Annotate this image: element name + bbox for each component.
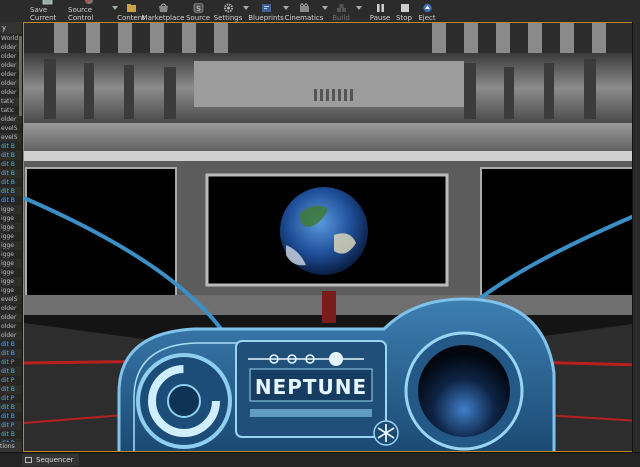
build-dropdown[interactable] (356, 6, 362, 10)
outliner-row[interactable]: igge (0, 205, 22, 214)
level-viewport[interactable]: NEPTUNE (23, 22, 640, 452)
eject-icon (421, 2, 434, 13)
outliner-row[interactable]: dit B (0, 151, 22, 160)
outliner-row[interactable]: igge (0, 250, 22, 259)
outliner-row[interactable]: igge (0, 286, 22, 295)
outliner-row[interactable]: igge (0, 259, 22, 268)
marketplace-button[interactable]: Marketplace (142, 0, 184, 22)
outliner-row[interactable]: older (0, 322, 22, 331)
right-panel-edge (632, 22, 640, 452)
pause-icon (374, 2, 387, 13)
content-icon (125, 2, 138, 13)
stop-icon (398, 2, 411, 13)
stop-label: Stop (396, 14, 412, 22)
outliner-row[interactable]: dit B (0, 160, 22, 169)
source-control-button[interactable]: Source Control (68, 0, 110, 22)
source-button[interactable]: S Source (184, 0, 212, 22)
blueprints-label: Blueprints (248, 14, 284, 22)
cinematics-dropdown[interactable] (322, 6, 328, 10)
outliner-row[interactable]: older (0, 115, 22, 124)
cinematics-icon (298, 2, 311, 13)
build-label: Build (332, 14, 350, 22)
outliner-row[interactable]: dit P (0, 421, 22, 430)
snowflake-icon (373, 420, 399, 446)
eject-button[interactable]: Eject (416, 0, 438, 22)
outliner-row[interactable]: evelS (0, 295, 22, 304)
blueprints-icon (260, 2, 273, 13)
outliner-row[interactable]: igge (0, 241, 22, 250)
outliner-row[interactable]: dit B (0, 403, 22, 412)
outliner-row[interactable]: dit B (0, 430, 22, 439)
bottom-tab-bar: Sequencer (0, 452, 640, 467)
save-icon (41, 0, 54, 5)
outliner-scrollbar[interactable] (19, 36, 22, 116)
marketplace-icon (157, 2, 170, 13)
tab-sequencer-label: Sequencer (36, 456, 74, 464)
outliner-row[interactable]: dit B (0, 367, 22, 376)
world-outliner: y World older older older older older older tat… (0, 22, 23, 452)
outliner-row[interactable]: dit B (0, 385, 22, 394)
outliner-row[interactable]: dit B (0, 349, 22, 358)
eject-label: Eject (418, 14, 436, 22)
cinematics-label: Cinematics (284, 14, 324, 22)
outliner-row[interactable]: dit P (0, 376, 22, 385)
source-control-label: Source Control (68, 6, 94, 22)
outliner-row[interactable]: older (0, 313, 22, 322)
main-toolbar: Save Current Source Control Content Mark… (0, 0, 640, 23)
source-icon: S (192, 2, 205, 13)
outliner-row[interactable]: dit B (0, 196, 22, 205)
tab-sequencer[interactable]: Sequencer (22, 454, 80, 466)
cinematics-button[interactable]: Cinematics (285, 0, 323, 22)
outliner-row[interactable]: igge (0, 232, 22, 241)
gear-icon (222, 2, 235, 13)
viewport-scene: NEPTUNE (24, 23, 639, 451)
outliner-row[interactable]: igge (0, 223, 22, 232)
pause-label: Pause (369, 14, 391, 22)
save-current-label: Save Current (30, 6, 57, 22)
blueprints-button[interactable]: Blueprints (248, 0, 284, 22)
stop-button[interactable]: Stop (394, 0, 414, 22)
content-button[interactable]: Content (117, 0, 145, 22)
outliner-row[interactable]: dit B (0, 340, 22, 349)
sequencer-icon (25, 457, 32, 463)
outliner-row[interactable]: dit B (0, 178, 22, 187)
outliner-row[interactable]: igge (0, 214, 22, 223)
settings-label: Settings (213, 14, 243, 22)
outliner-view-options[interactable]: tions (0, 442, 22, 452)
outliner-row[interactable]: dit B (0, 169, 22, 178)
build-icon (335, 2, 348, 13)
outliner-row[interactable]: older (0, 304, 22, 313)
outliner-row[interactable]: older (0, 331, 22, 340)
save-current-button[interactable]: Save Current (30, 0, 64, 22)
outliner-row[interactable]: igge (0, 277, 22, 286)
outliner-row[interactable]: igge (0, 268, 22, 277)
marketplace-label: Marketplace (141, 14, 185, 22)
outliner-header: y (0, 22, 22, 34)
hud-title: NEPTUNE (255, 375, 367, 399)
outliner-row[interactable]: dit P (0, 358, 22, 367)
source-label: Source (185, 14, 211, 22)
outliner-row[interactable]: evelS (0, 124, 22, 133)
outliner-row[interactable]: dit B (0, 412, 22, 421)
svg-text:S: S (196, 5, 201, 13)
source-control-icon (83, 0, 96, 5)
settings-button[interactable]: Settings (214, 0, 242, 22)
pause-button[interactable]: Pause (368, 0, 392, 22)
outliner-row[interactable]: dit P (0, 394, 22, 403)
outliner-row[interactable]: dit B (0, 142, 22, 151)
settings-dropdown[interactable] (243, 6, 249, 10)
outliner-row[interactable]: dit B (0, 187, 22, 196)
build-button[interactable]: Build (330, 0, 352, 22)
outliner-row[interactable]: evelS (0, 133, 22, 142)
